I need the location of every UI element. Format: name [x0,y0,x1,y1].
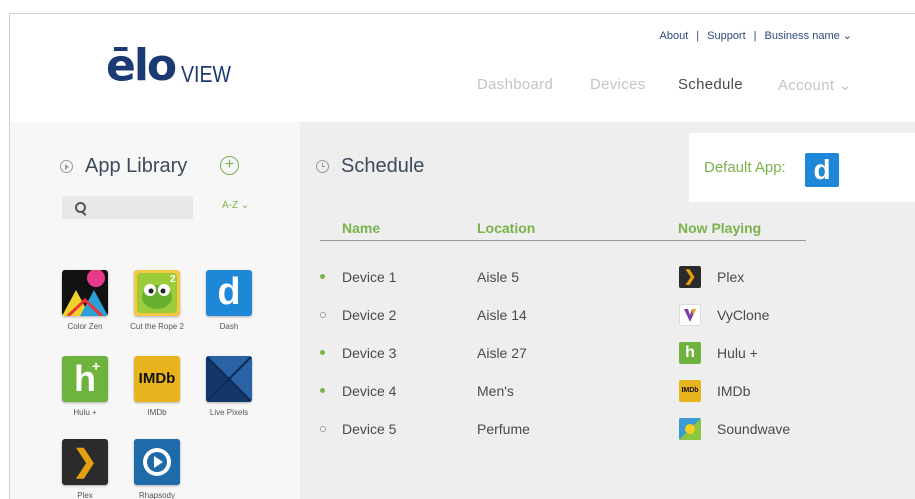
app-label: Color Zen [67,322,103,331]
hulu-icon: h + [62,356,108,402]
live-pixels-icon [206,356,252,402]
app-hulu[interactable]: h + Hulu + [50,356,120,417]
sort-dropdown[interactable]: A-Z ⌄ [222,200,249,211]
imdb-icon: IMDb [679,380,701,402]
schedule-title: Schedule [316,155,424,178]
status-online-dot [320,388,325,393]
default-app-box[interactable]: Default App: d [689,133,915,202]
now-playing-app: Hulu + [717,345,758,361]
app-window: ēlo VIEW About | Support | Business name… [9,13,915,499]
status-online-dot [320,274,325,279]
nav-schedule[interactable]: Schedule [678,76,743,93]
nav-account[interactable]: Account ⌄ [778,76,852,94]
app-color-zen[interactable]: Color Zen [50,270,120,331]
link-separator: | [753,29,757,42]
status-offline-dot [320,312,326,318]
app-label: Rhapsody [138,491,176,499]
app-cut-the-rope-2[interactable]: 2 Cut the Rope 2 [122,270,192,331]
col-header-name[interactable]: Name [342,220,380,236]
plex-icon: ❯ [62,439,108,485]
device-location: Aisle 14 [477,307,527,323]
clock-icon [316,160,329,173]
hulu-glyph: h [74,358,96,399]
col-header-now-playing[interactable]: Now Playing [678,220,761,236]
device-name[interactable]: Device 2 [342,307,396,323]
nav-devices[interactable]: Devices [590,76,645,93]
app-library-title: App Library [60,155,187,178]
header: ēlo VIEW About | Support | Business name… [10,14,915,122]
now-playing-app: Plex [717,269,745,285]
col-header-location[interactable]: Location [477,220,535,236]
add-app-button[interactable]: + [220,156,239,175]
app-library-panel: App Library + A-Z ⌄ Color Zen 2 Cut the … [10,122,300,499]
app-label: Hulu + [73,408,97,417]
app-label: Cut the Rope 2 [130,322,184,331]
device-location: Aisle 5 [477,269,520,285]
table-row[interactable]: Device 2 Aisle 14 VyClone [300,304,915,328]
top-links: About | Support | Business name ⌄ [660,29,852,43]
dash-glyph: d [217,271,241,313]
app-library-title-text: App Library [85,155,188,177]
main-nav: Dashboard Devices Schedule Account ⌄ [10,76,915,96]
schedule-panel: Schedule Default App: d Name Location No… [300,122,915,499]
table-row[interactable]: Device 1 Aisle 5 ❯ Plex [300,266,915,290]
cut-the-rope-icon: 2 [134,270,180,316]
device-location: Men's [477,383,514,399]
table-row[interactable]: Device 4 Men's IMDb IMDb [300,380,915,404]
about-link[interactable]: About [660,30,689,42]
device-name[interactable]: Device 3 [342,345,396,361]
search-icon [75,202,86,213]
device-name[interactable]: Device 1 [342,269,396,285]
status-offline-dot [320,426,326,432]
app-rhapsody[interactable]: Rhapsody [122,439,192,499]
dash-icon: d [206,270,252,316]
imdb-glyph: IMDb [138,370,176,387]
play-circle-icon [60,160,73,173]
header-divider [320,240,806,241]
table-row[interactable]: Device 3 Aisle 27 h Hulu + [300,342,915,366]
imdb-icon: IMDb [134,356,180,402]
status-online-dot [320,350,325,355]
device-name[interactable]: Device 5 [342,421,396,437]
nav-dashboard[interactable]: Dashboard [477,76,553,93]
business-name-dropdown[interactable]: Business name ⌄ [765,29,852,42]
vyclone-icon [679,304,701,326]
svg-text:2: 2 [170,274,176,285]
app-search[interactable] [62,196,193,219]
schedule-title-text: Schedule [341,155,425,177]
now-playing-app: Soundwave [717,421,791,437]
rhapsody-icon [134,439,180,485]
app-label: Dash [219,322,239,331]
dash-glyph: d [813,154,831,185]
app-plex[interactable]: ❯ Plex [50,439,120,499]
color-zen-icon [62,270,108,316]
app-live-pixels[interactable]: Live Pixels [194,356,264,417]
support-link[interactable]: Support [707,30,746,42]
app-imdb[interactable]: IMDb IMDb [122,356,192,417]
soundwave-icon [679,418,701,440]
default-app-label: Default App: [704,159,786,176]
now-playing-app: IMDb [717,383,751,399]
table-row[interactable]: Device 5 Perfume Soundwave [300,418,915,442]
app-dash[interactable]: d Dash [194,270,264,331]
dash-icon: d [805,153,839,187]
search-input[interactable] [96,198,190,218]
hulu-icon: h [679,342,701,364]
app-label: IMDb [147,408,167,417]
plex-glyph: ❯ [72,445,98,478]
link-separator: | [696,29,700,42]
device-name[interactable]: Device 4 [342,383,396,399]
app-label: Live Pixels [209,408,249,417]
app-label: Plex [77,491,93,499]
device-location: Perfume [477,421,530,437]
now-playing-app: VyClone [717,307,770,323]
plex-icon: ❯ [679,266,701,288]
device-location: Aisle 27 [477,345,527,361]
